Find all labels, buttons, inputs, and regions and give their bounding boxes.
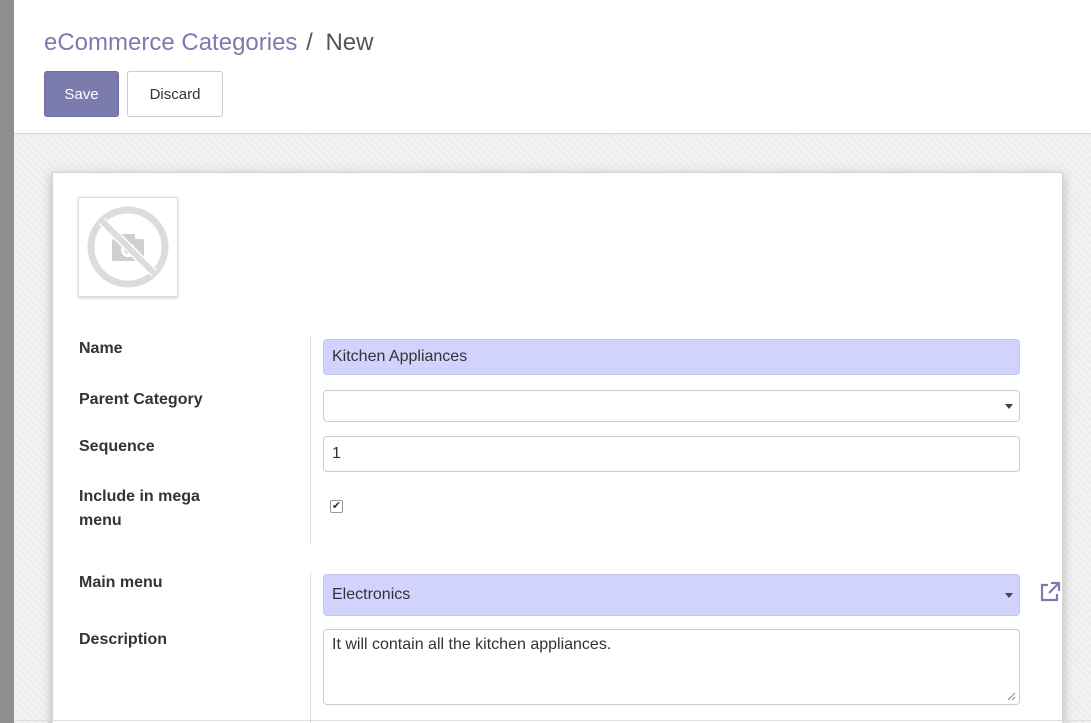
chevron-down-icon — [1005, 404, 1013, 409]
no-image-camera-icon — [87, 206, 169, 288]
label-divider — [310, 336, 311, 544]
save-button[interactable]: Save — [44, 71, 119, 117]
resize-handle-icon[interactable] — [1007, 692, 1016, 701]
name-value: Kitchen Appliances — [332, 348, 468, 365]
breadcrumb-current: New — [325, 29, 374, 56]
main-menu-select[interactable]: Electronics — [323, 574, 1020, 616]
description-label: Description — [79, 631, 168, 648]
description-textarea[interactable]: It will contain all the kitchen applianc… — [323, 629, 1020, 705]
include-mega-menu-checkbox[interactable]: ✔ — [330, 500, 343, 513]
description-value: It will contain all the kitchen applianc… — [332, 636, 612, 653]
label-divider — [310, 573, 311, 723]
breadcrumb: eCommerce Categories / New — [44, 29, 373, 57]
form-sheet: Name Kitchen Appliances Parent Category … — [52, 172, 1063, 723]
chevron-down-icon — [1005, 593, 1013, 598]
discard-button[interactable]: Discard — [127, 71, 223, 117]
sequence-label: Sequence — [79, 438, 155, 455]
divider — [14, 720, 1091, 721]
parent-category-label: Parent Category — [79, 391, 203, 408]
include-mega-menu-label-line2: menu — [79, 512, 122, 529]
breadcrumb-parent-link[interactable]: eCommerce Categories — [44, 29, 297, 56]
name-label: Name — [79, 340, 123, 357]
sequence-input[interactable]: 1 — [323, 436, 1020, 472]
app-window: eCommerce Categories / New Save Discard … — [14, 0, 1091, 723]
include-mega-menu-label-line1: Include in mega — [79, 488, 200, 505]
category-image-field[interactable] — [78, 197, 178, 297]
main-menu-label: Main menu — [79, 574, 163, 591]
external-link-icon[interactable] — [1039, 581, 1061, 603]
parent-category-select[interactable] — [323, 390, 1020, 422]
main-menu-value: Electronics — [332, 586, 411, 603]
include-mega-menu-label: Include in mega menu — [79, 485, 200, 533]
breadcrumb-separator: / — [306, 29, 313, 56]
checkmark-icon: ✔ — [331, 500, 342, 512]
name-input[interactable]: Kitchen Appliances — [323, 339, 1020, 375]
control-panel: eCommerce Categories / New Save Discard — [14, 0, 1091, 134]
sequence-value: 1 — [332, 445, 341, 462]
